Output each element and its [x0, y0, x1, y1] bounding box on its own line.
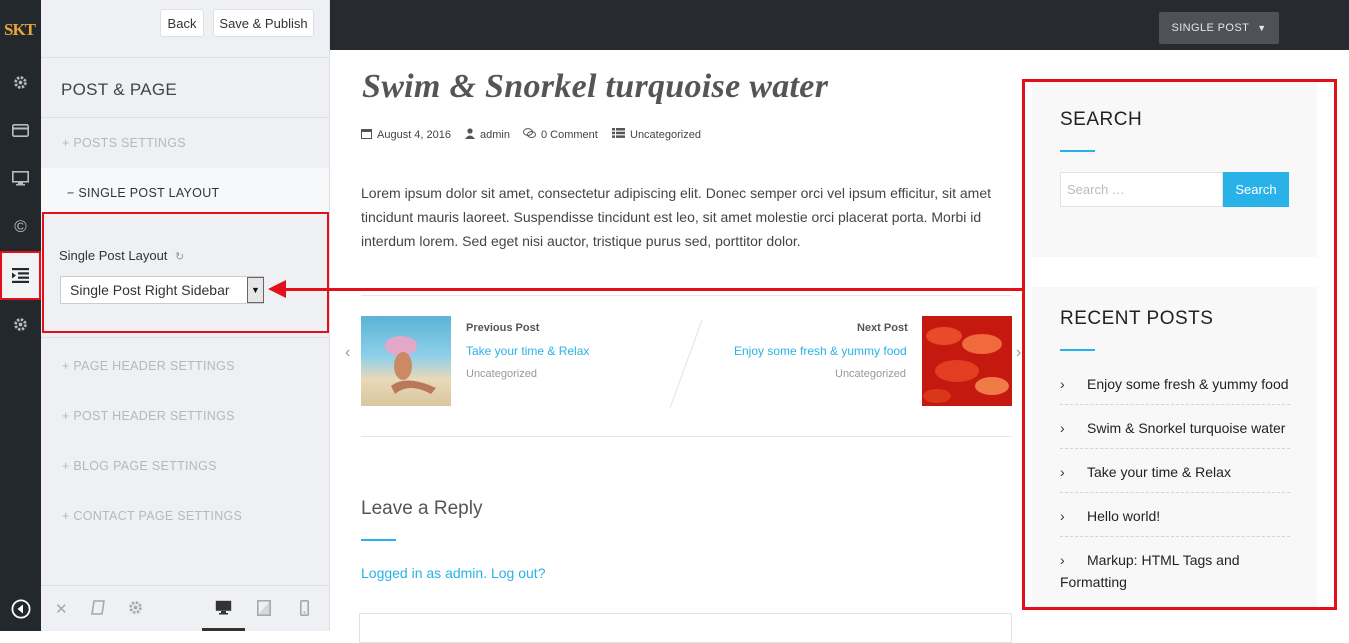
comment-textarea[interactable] [359, 613, 1012, 643]
page-selector-label: SINGLE POST [1171, 22, 1250, 34]
user-icon [465, 128, 475, 142]
tablet-preview-icon[interactable] [257, 600, 271, 619]
single-post-layout-section[interactable]: − SINGLE POST LAYOUT [67, 186, 219, 200]
page-header-settings-section[interactable]: + PAGE HEADER SETTINGS [62, 359, 235, 373]
divider [41, 117, 329, 118]
layout-select[interactable]: Single Post Right Sidebar [60, 276, 264, 304]
chevron-left-icon[interactable]: ‹ [345, 344, 350, 362]
refresh-icon[interactable]: ↻ [175, 251, 184, 263]
close-icon[interactable]: ✕ [55, 600, 68, 618]
nav-divider [669, 319, 703, 409]
book-icon[interactable] [91, 600, 105, 618]
post-author: admin [465, 128, 510, 142]
panel-footer [41, 585, 329, 631]
post-date-text: August 4, 2016 [377, 129, 452, 141]
shrimp-image [923, 327, 1009, 403]
previous-post-thumbnail[interactable] [361, 316, 451, 406]
next-post-label: Next Post [857, 322, 908, 334]
credit-card-icon[interactable] [0, 110, 41, 150]
back-button[interactable]: Back [160, 9, 204, 37]
post-comments-text[interactable]: 0 Comment [541, 129, 598, 141]
divider [361, 436, 1012, 437]
post-author-text[interactable]: admin [480, 129, 510, 141]
annotation-arrow-line [283, 288, 1024, 291]
highlight-box [42, 212, 329, 333]
divider [41, 337, 329, 338]
chevron-right-icon[interactable]: › [1016, 344, 1021, 362]
save-publish-button[interactable]: Save & Publish [213, 9, 314, 37]
desktop-preview-icon[interactable] [215, 600, 232, 618]
next-post-link[interactable]: Enjoy some fresh & yummy food [734, 344, 907, 358]
reply-title: Leave a Reply [361, 498, 483, 519]
copyright-icon[interactable]: © [0, 207, 41, 247]
chevron-down-icon[interactable]: ▼ [247, 277, 264, 303]
icon-rail: SKT © [0, 0, 41, 631]
post-header-settings-section[interactable]: + POST HEADER SETTINGS [62, 409, 235, 423]
previous-post-category[interactable]: Uncategorized [466, 368, 537, 380]
sidebar-highlight-box [1022, 79, 1337, 610]
posts-settings-section[interactable]: + POSTS SETTINGS [62, 136, 186, 150]
previous-post-label: Previous Post [466, 322, 540, 334]
post-title: Swim & Snorkel turquoise water [362, 68, 829, 105]
calendar-icon [361, 128, 372, 142]
chevron-down-icon: ▼ [1257, 23, 1267, 33]
next-post-category[interactable]: Uncategorized [835, 368, 906, 380]
menu-toggle[interactable] [1291, 12, 1334, 52]
gear-icon[interactable] [0, 62, 41, 102]
logged-in-link[interactable]: Logged in as admin. [361, 565, 487, 581]
contact-page-settings-section[interactable]: + CONTACT PAGE SETTINGS [62, 509, 242, 523]
page-selector-dropdown[interactable]: SINGLE POST ▼ [1159, 12, 1279, 44]
logged-in-text: Logged in as admin. Log out? [361, 565, 545, 581]
collapse-icon[interactable] [0, 589, 41, 629]
customizer-panel: Back Save & Publish POST & PAGE + POSTS … [41, 0, 330, 631]
post-body: Lorem ipsum dolor sit amet, consectetur … [361, 185, 991, 249]
beach-image [385, 336, 436, 394]
layout-icon[interactable] [0, 251, 41, 300]
section-title: POST & PAGE [61, 80, 178, 99]
gear-icon[interactable] [128, 600, 143, 618]
skt-logo: SKT [4, 20, 36, 39]
post-date: August 4, 2016 [361, 128, 451, 142]
blog-page-settings-section[interactable]: + BLOG PAGE SETTINGS [62, 459, 217, 473]
mobile-preview-icon[interactable] [300, 600, 310, 619]
control-label: Single Post Layout ↻ [59, 248, 184, 263]
post-comments: 0 Comment [523, 128, 598, 142]
list-icon [612, 128, 625, 141]
previous-post-link[interactable]: Take your time & Relax [466, 344, 589, 358]
settings-icon[interactable] [0, 304, 41, 344]
accent-underline [361, 539, 396, 541]
annotation-arrow-head [268, 280, 286, 298]
next-post-thumbnail[interactable] [922, 316, 1012, 406]
divider [41, 57, 329, 58]
control-label-text: Single Post Layout [59, 248, 168, 263]
post-category-text[interactable]: Uncategorized [630, 129, 701, 141]
desktop-icon[interactable] [0, 158, 41, 198]
logout-link[interactable]: Log out? [491, 565, 546, 581]
comments-icon [523, 128, 536, 142]
divider [361, 295, 1012, 296]
post-category: Uncategorized [612, 128, 701, 141]
